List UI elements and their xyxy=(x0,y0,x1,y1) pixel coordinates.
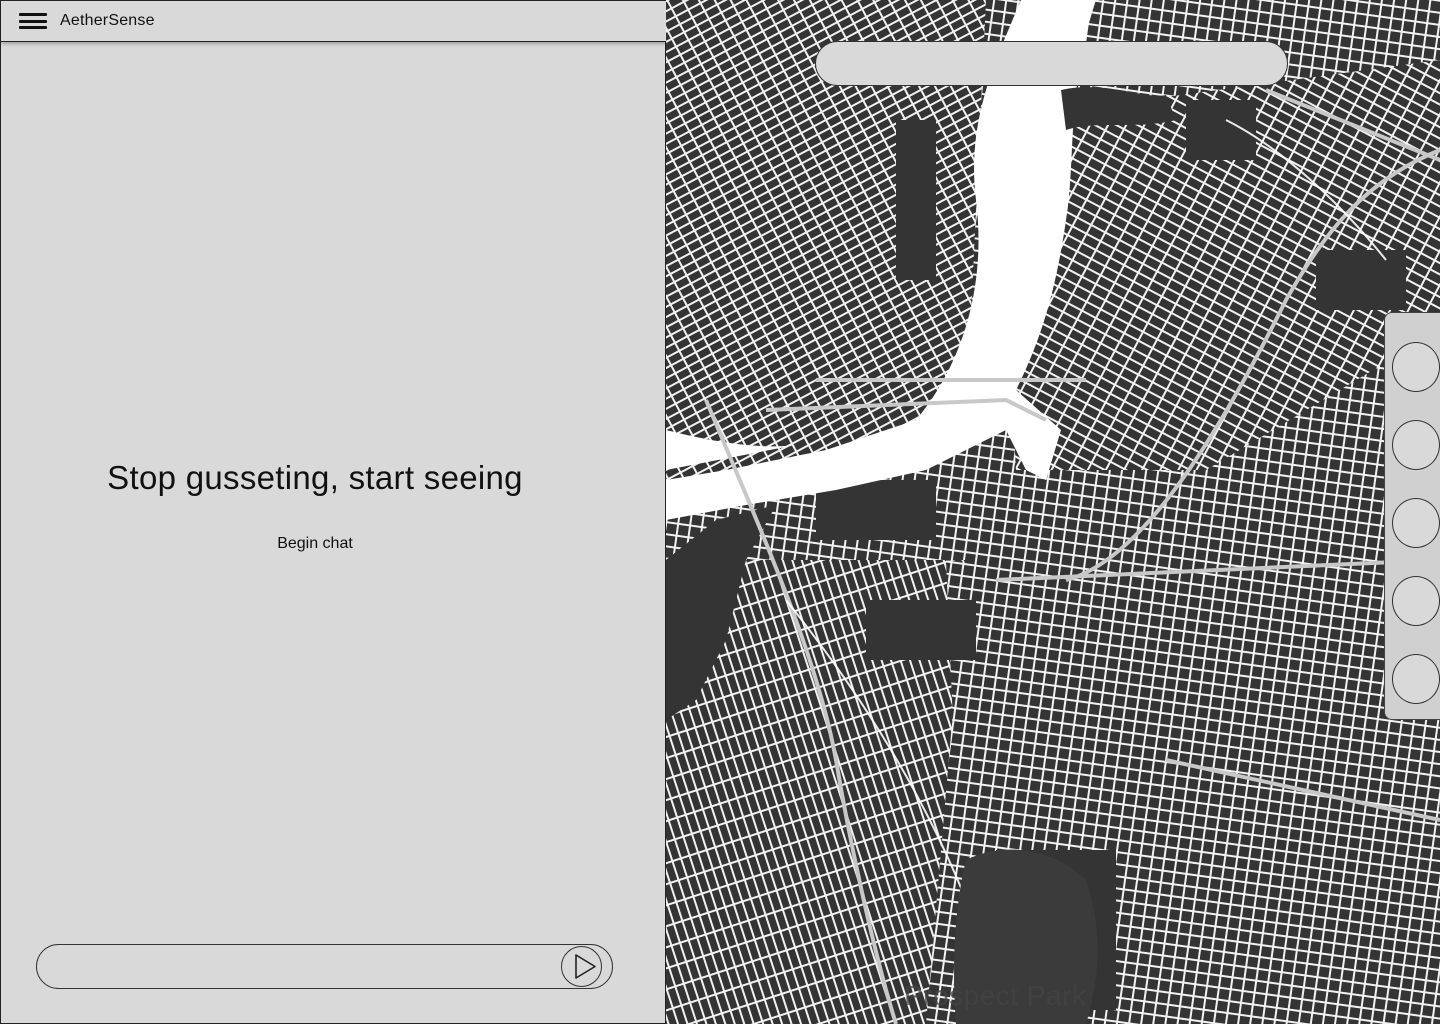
map-tool-button-3[interactable] xyxy=(1392,498,1440,548)
street-map[interactable] xyxy=(666,0,1440,1024)
map-tool-button-1[interactable] xyxy=(1392,342,1440,392)
map-panel[interactable]: Prospect Park xyxy=(666,0,1440,1024)
map-tool-button-2[interactable] xyxy=(1392,420,1440,470)
map-tool-button-5[interactable] xyxy=(1392,654,1440,704)
hamburger-menu-icon[interactable] xyxy=(19,13,47,29)
app-title: AetherSense xyxy=(60,12,155,29)
chat-input-container xyxy=(36,944,613,989)
begin-chat-link[interactable]: Begin chat xyxy=(1,535,629,553)
map-tool-button-4[interactable] xyxy=(1392,576,1440,626)
chat-panel: AetherSense Stop gusseting, start seeing… xyxy=(0,0,666,1024)
hero-headline: Stop gusseting, start seeing xyxy=(107,459,523,496)
play-triangle-icon xyxy=(575,954,596,979)
chat-input[interactable] xyxy=(55,951,555,983)
app-header: AetherSense xyxy=(1,1,666,42)
map-toolbar xyxy=(1384,312,1440,720)
map-search-input[interactable] xyxy=(815,41,1288,86)
send-button[interactable] xyxy=(561,946,602,987)
